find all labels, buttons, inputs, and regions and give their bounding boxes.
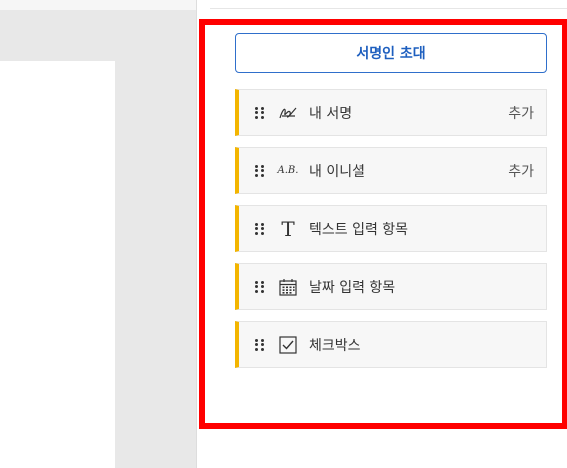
document-area bbox=[0, 0, 196, 468]
document-page[interactable] bbox=[0, 61, 115, 468]
page: 서명인 초대 내 서명 추가 A.B. 내 이니셜 추가 T 텍스트 입력 항목 bbox=[0, 0, 567, 468]
highlight-box bbox=[199, 19, 567, 429]
document-toolbar bbox=[0, 0, 196, 10]
panel-divider bbox=[210, 8, 567, 9]
